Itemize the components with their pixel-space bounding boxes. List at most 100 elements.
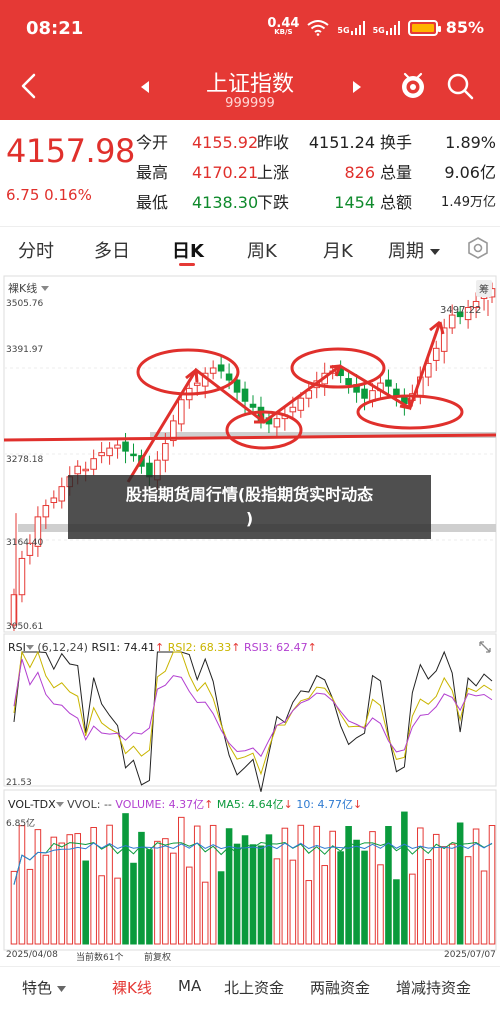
top-bar: 08:21 0.44 KB/S 5G 5G 85% 上证指数 999999 [0, 0, 500, 120]
candle-body [98, 452, 105, 457]
kline-type-selector[interactable]: 裸K线 [8, 280, 49, 296]
volume-bar [305, 880, 313, 945]
tab-intraday[interactable]: 分时 [18, 237, 54, 263]
tab-period[interactable]: 周期 [388, 237, 440, 263]
volume-bar [393, 879, 400, 945]
label-advancers: 上涨 [257, 163, 290, 182]
volume-bar [401, 811, 408, 945]
robot-assistant-icon[interactable] [396, 68, 430, 102]
label-low: 最低 [136, 193, 169, 212]
quote-labels-col1: 今开 最高 最低 [136, 128, 168, 218]
volume-bar [432, 833, 440, 945]
volume-value: VOLUME: 4.37亿 [115, 798, 205, 811]
tab-period-label: 周期 [388, 241, 424, 262]
candle-body [345, 378, 352, 386]
value-turnover: 1.89% [445, 133, 496, 152]
active-tab-indicator [179, 263, 195, 266]
volume-bar [114, 877, 121, 945]
tab-features[interactable]: 特色 [22, 977, 66, 998]
expand-icon[interactable] [478, 640, 492, 654]
quote-labels-col2: 昨收 上涨 下跌 [257, 128, 289, 218]
tab-features-label: 特色 [22, 979, 53, 997]
volume-bar [178, 816, 185, 945]
caret-down-icon [25, 645, 34, 650]
tab-monthly-k[interactable]: 月K [323, 237, 353, 263]
back-arrow-icon[interactable] [14, 70, 46, 102]
search-icon[interactable] [444, 70, 476, 102]
kline-type-label: 裸K线 [8, 282, 38, 295]
tab-ma[interactable]: MA [178, 977, 201, 995]
net-speed-value: 0.44 [267, 15, 300, 31]
volume-bar [201, 881, 209, 945]
net-speed: 0.44 KB/S [267, 15, 300, 37]
period-tabs: 分时 多日 日K 周K 月K 周期 [0, 226, 500, 272]
wifi-icon [307, 19, 330, 36]
tab-margin[interactable]: 两融资金 [310, 977, 370, 998]
annotation-circle [136, 348, 240, 396]
volume-bar [289, 859, 297, 945]
overlay-line-1: 股指期货周行情(股指期货实时动态 [125, 485, 374, 504]
y-label-min: 3050.61 [6, 622, 44, 632]
value-amount: 1.49万亿 [441, 195, 496, 210]
value-prev-close: 4151.24 [308, 133, 375, 152]
vol-ma5-value: MA5: 4.64亿 [216, 798, 284, 811]
candle-count: 当前数61个 [76, 953, 124, 963]
y-label-max: 3505.76 [6, 299, 44, 309]
volume-bar [241, 835, 249, 945]
volume-bar [440, 846, 448, 945]
date-end: 2025/07/07 [444, 950, 496, 960]
y-label-4: 3164.40 [6, 538, 44, 548]
volume-bar [18, 825, 26, 945]
candle-body [217, 364, 225, 372]
volume-bar [377, 864, 384, 945]
caret-down-icon [40, 286, 49, 291]
annotation-arrow-path [126, 321, 442, 483]
candle-body [42, 505, 50, 518]
vvol-value: VVOL: -- [67, 798, 112, 811]
date-start: 2025/04/08 [6, 950, 58, 960]
rsi-low-label: 21.53 [6, 778, 32, 788]
rsi1-value: RSI1: 74.41 [91, 641, 156, 654]
kline-chart-area[interactable] [0, 272, 500, 962]
caret-down-icon [55, 802, 64, 807]
candle-body [385, 379, 392, 387]
candle-body [50, 497, 58, 504]
candle-body [82, 468, 89, 472]
tab-naked-k[interactable]: 裸K线 [112, 977, 152, 998]
label-amount: 总额 [380, 193, 413, 212]
volume-bar [233, 843, 241, 945]
tab-daily-k[interactable]: 日K [172, 237, 204, 263]
candle-body [225, 373, 233, 381]
volume-bar [361, 850, 368, 945]
index-code: 999999 [225, 96, 275, 111]
article-title-overlay: 股指期货周行情(股指期货实时动态 ) [68, 475, 431, 539]
candle-body [162, 443, 169, 461]
volume-bar [409, 873, 416, 945]
previous-index-icon[interactable] [140, 80, 150, 94]
volume-bar [122, 813, 129, 945]
settings-hexagon-icon[interactable] [466, 236, 490, 260]
label-turnover: 换手 [380, 133, 413, 152]
tab-holdings-change[interactable]: 增减持资金 [396, 977, 471, 998]
candle-body [130, 453, 137, 457]
tab-weekly-k[interactable]: 周K [247, 237, 277, 263]
volume-bar [369, 831, 376, 945]
tab-multiday[interactable]: 多日 [94, 237, 130, 263]
candle-body [18, 557, 26, 596]
tab-northbound[interactable]: 北上资金 [224, 977, 284, 998]
value-high: 4170.21 [192, 163, 259, 182]
price-change: 6.75 0.16% [6, 186, 92, 204]
volume-bar [209, 824, 217, 945]
rsi-panel-border [3, 633, 497, 787]
volume-bar [162, 838, 169, 945]
next-index-icon[interactable] [352, 80, 362, 94]
volume-bar [480, 870, 488, 945]
rsi-selector[interactable]: RSI [8, 641, 34, 654]
vol-selector[interactable]: VOL-TDX [8, 798, 64, 811]
volume-bar [98, 875, 105, 945]
volume-bar [10, 870, 18, 945]
volume-bar [50, 836, 58, 945]
chip-distribution-button[interactable]: 筹 [476, 280, 492, 297]
vol-header: VOL-TDX VVOL: -- VOLUME: 4.37亿↑ MA5: 4.6… [8, 798, 363, 811]
quote-values-col3: 1.89% 9.06亿 1.49万亿 [424, 128, 496, 218]
